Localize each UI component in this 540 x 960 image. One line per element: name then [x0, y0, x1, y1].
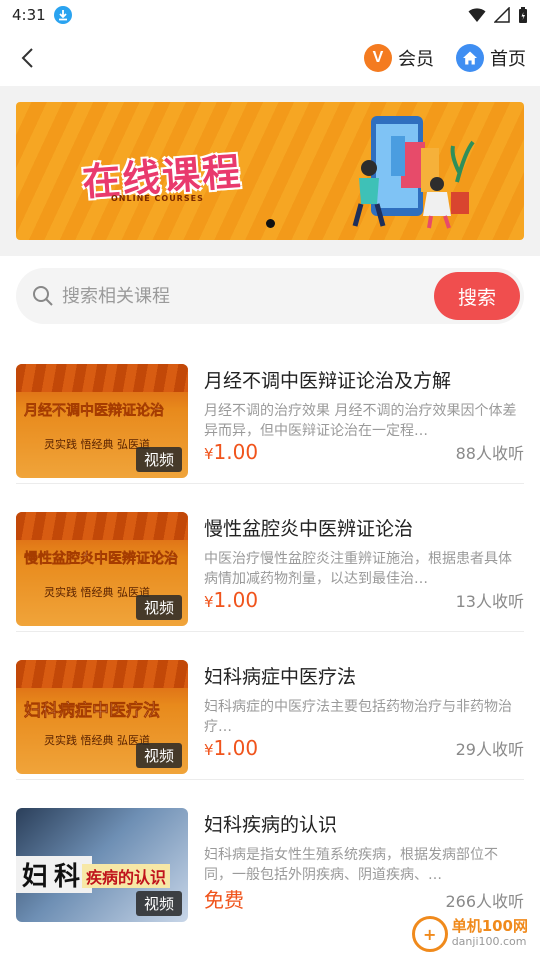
search-button[interactable]: 搜索 [434, 272, 520, 320]
status-time: 4:31 [12, 6, 46, 24]
vip-button[interactable]: V 会员 [364, 44, 434, 72]
status-bar: 4:31 [0, 0, 540, 30]
course-thumbnail: 妇科 疾病的认识 视频 [16, 808, 188, 922]
search-input[interactable] [62, 285, 434, 307]
signal-icon [494, 7, 510, 23]
wifi-icon [468, 8, 486, 22]
banner-subtitle: ONLINE COURSES [111, 194, 204, 203]
course-price: ¥1.00 [204, 736, 259, 760]
video-tag: 视频 [135, 891, 182, 916]
course-thumbnail: 慢性盆腔炎中医辨证论治 灵实践 悟经典 弘医道 视频 [16, 512, 188, 626]
course-title: 月经不调中医辩证论治及方解 [204, 370, 452, 392]
video-tag: 视频 [135, 743, 182, 768]
listener-count: 88人收听 [455, 444, 524, 463]
vip-label: 会员 [398, 49, 434, 70]
top-nav: V 会员 首页 [0, 30, 540, 86]
home-label: 首页 [490, 49, 526, 70]
search-icon [32, 285, 54, 307]
watermark-url: danji100.com [451, 935, 527, 948]
course-item[interactable]: 月经不调中医辩证论治 灵实践 悟经典 弘医道 视频 月经不调中医辩证论治及方解 … [16, 336, 524, 484]
course-desc: 妇科病症的中医疗法主要包括药物治疗与非药物治疗… [204, 699, 512, 735]
thumbnail-title: 月经不调中医辩证论治 [24, 403, 164, 420]
listener-count: 266人收听 [445, 892, 524, 911]
thumbnail-slogan: 灵实践 悟经典 弘医道 [44, 586, 150, 599]
course-title: 妇科疾病的认识 [204, 814, 338, 836]
battery-icon [519, 6, 527, 23]
download-icon [53, 6, 72, 24]
course-price: ¥1.00 [204, 440, 259, 464]
course-thumbnail: 妇科病症中医疗法 灵实践 悟经典 弘医道 视频 [16, 660, 188, 774]
watermark-logo-icon: + [411, 916, 448, 952]
watermark: + 单机100网 danji100.com [407, 914, 532, 954]
thumbnail-title: 慢性盆腔炎中医辨证论治 [24, 551, 178, 568]
carousel-indicator[interactable] [266, 219, 275, 228]
search-bar: 搜索 [16, 268, 524, 324]
course-item[interactable]: 妇科 疾病的认识 视频 妇科疾病的认识 妇科病是指女性生殖系统疾病，根据发病部位… [16, 780, 524, 928]
course-item[interactable]: 妇科病症中医疗法 灵实践 悟经典 弘医道 视频 妇科病症中医疗法 妇科病症的中医… [16, 632, 524, 780]
thumbnail-title: 妇科病症中医疗法 [24, 701, 160, 721]
home-button[interactable]: 首页 [456, 44, 526, 72]
thumbnail-title: 妇科 [16, 856, 93, 893]
home-icon [456, 44, 484, 72]
video-tag: 视频 [135, 595, 182, 620]
listener-count: 29人收听 [455, 740, 524, 759]
course-desc: 月经不调的治疗效果 月经不调的治疗效果因个体差异而异，但中医辩证论治在一定程… [204, 403, 517, 439]
course-title: 妇科病症中医疗法 [204, 666, 357, 688]
course-price: 免费 [204, 888, 244, 912]
thumbnail-slogan: 灵实践 悟经典 弘医道 [44, 734, 150, 747]
back-arrow-icon[interactable] [20, 46, 36, 70]
banner-illustration [352, 116, 475, 229]
thumbnail-slogan: 灵实践 悟经典 弘医道 [44, 438, 150, 451]
course-desc: 中医治疗慢性盆腔炎注重辨证施治，根据患者具体病情加减药物剂量，以达到最佳治… [204, 551, 512, 587]
course-item[interactable]: 慢性盆腔炎中医辨证论治 灵实践 悟经典 弘医道 视频 慢性盆腔炎中医辨证论治 中… [16, 484, 524, 632]
course-desc: 妇科病是指女性生殖系统疾病，根据发病部位不同，一般包括外阴疾病、阴道疾病、… [204, 847, 498, 883]
course-price: ¥1.00 [204, 588, 259, 612]
course-title: 慢性盆腔炎中医辨证论治 [204, 518, 414, 540]
course-thumbnail: 月经不调中医辩证论治 灵实践 悟经典 弘医道 视频 [16, 364, 188, 478]
video-tag: 视频 [135, 447, 182, 472]
banner-area: 在线课程 ONLINE COURSES [0, 86, 540, 256]
watermark-name: 单机100网 [451, 917, 528, 935]
listener-count: 13人收听 [455, 592, 524, 611]
vip-icon: V [364, 44, 392, 72]
course-list: 月经不调中医辩证论治 灵实践 悟经典 弘医道 视频 月经不调中医辩证论治及方解 … [0, 336, 540, 928]
thumbnail-subtitle: 疾病的认识 [82, 864, 171, 888]
banner-slide[interactable]: 在线课程 ONLINE COURSES [16, 102, 524, 240]
